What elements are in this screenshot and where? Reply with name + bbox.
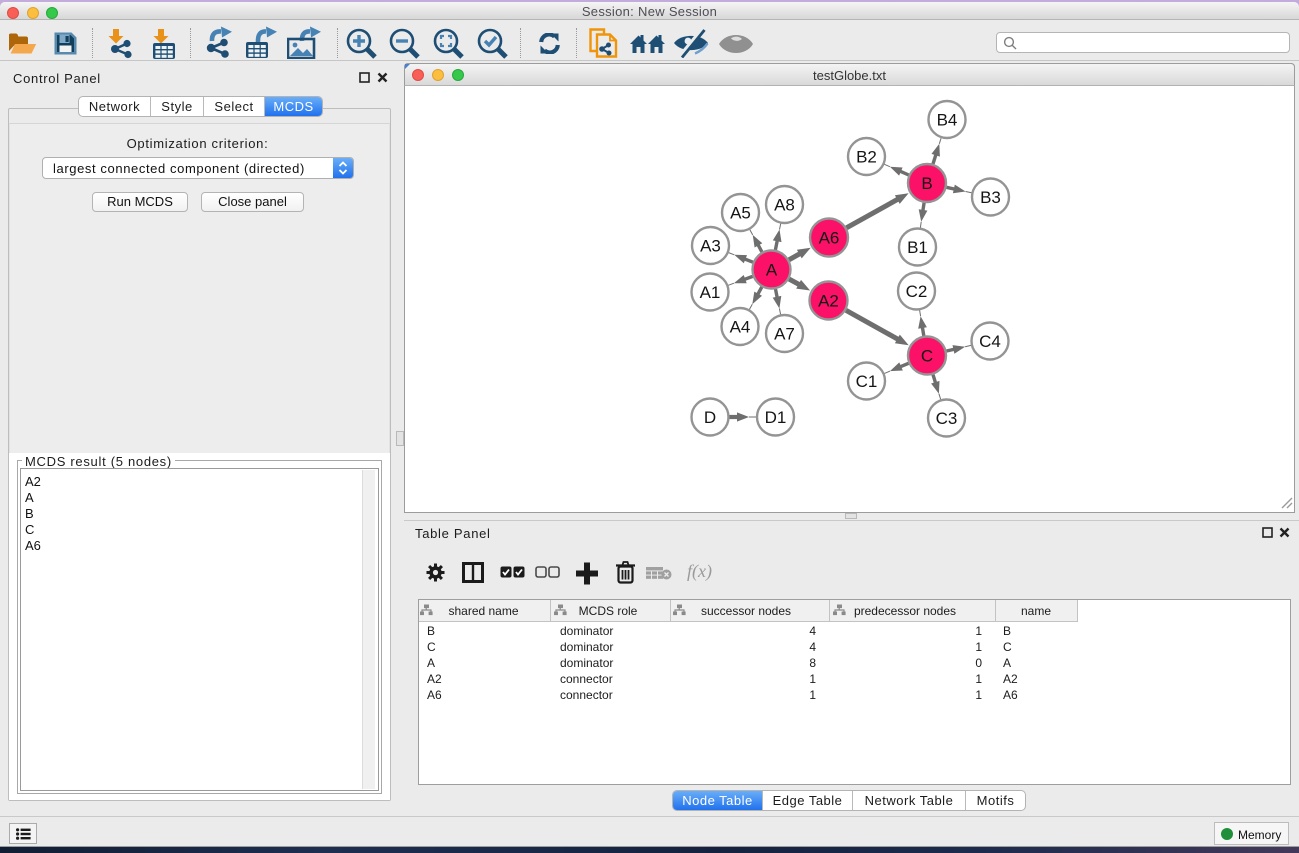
svg-text:A2: A2 xyxy=(818,292,839,311)
svg-text:A1: A1 xyxy=(700,283,721,302)
svg-text:D1: D1 xyxy=(765,408,787,427)
svg-text:C1: C1 xyxy=(856,372,878,391)
svg-text:A4: A4 xyxy=(730,318,751,337)
svg-text:C4: C4 xyxy=(979,332,1001,351)
svg-text:C: C xyxy=(921,347,933,366)
svg-text:B1: B1 xyxy=(907,238,928,257)
svg-text:A3: A3 xyxy=(700,237,721,256)
svg-text:B3: B3 xyxy=(980,188,1001,207)
svg-text:A8: A8 xyxy=(774,196,795,215)
svg-text:B4: B4 xyxy=(937,111,958,130)
svg-text:A7: A7 xyxy=(774,325,795,344)
svg-text:A: A xyxy=(766,261,778,280)
svg-text:D: D xyxy=(704,408,716,427)
svg-text:C3: C3 xyxy=(936,409,958,428)
svg-text:A5: A5 xyxy=(730,204,751,223)
svg-text:B2: B2 xyxy=(856,148,877,167)
svg-text:B: B xyxy=(921,174,932,193)
svg-text:C2: C2 xyxy=(906,282,928,301)
svg-text:A6: A6 xyxy=(819,229,840,248)
